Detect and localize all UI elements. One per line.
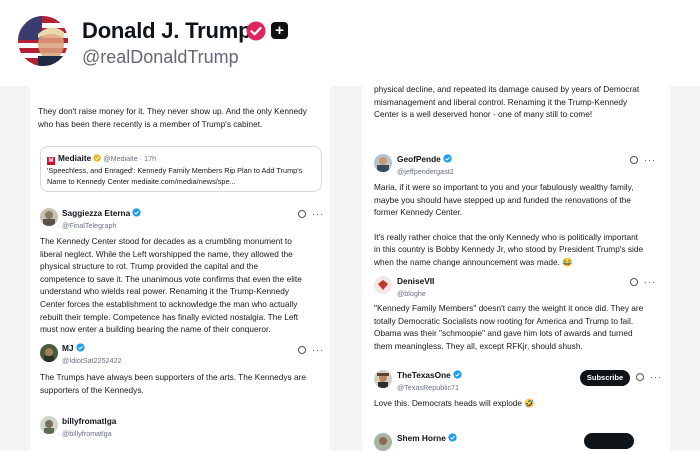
reply-line: Obama was their "schmoopie" and gave him…: [374, 328, 633, 339]
reply-line: in this country is Bobby Kennedy Jr, who…: [374, 244, 644, 255]
author-handle[interactable]: @FinalTelegraph: [62, 220, 141, 233]
avatar[interactable]: [40, 208, 58, 226]
profile-header: Donald J. Trump + @realDonaldTrump: [0, 0, 700, 86]
author-name[interactable]: TheTexasOne: [397, 370, 451, 380]
post-text-line: physical decline, and repeated its damag…: [374, 86, 640, 94]
post-actions[interactable]: ···: [298, 344, 324, 357]
subscribe-button[interactable]: Subscribe: [580, 370, 630, 386]
avatar[interactable]: [374, 276, 392, 294]
more-icon[interactable]: ···: [644, 277, 656, 287]
avatar[interactable]: [374, 154, 392, 172]
avatar[interactable]: [40, 344, 58, 362]
more-icon[interactable]: ···: [312, 345, 324, 355]
verified-icon: [132, 208, 141, 217]
left-thread-panel: They don't raise money for it. They neve…: [30, 86, 330, 451]
post-actions[interactable]: ···: [630, 154, 656, 167]
grok-icon[interactable]: [630, 156, 638, 164]
more-icon[interactable]: ···: [312, 209, 324, 219]
verified-icon: [453, 370, 462, 379]
reply-line: physical structure to rot. Trump provide…: [40, 261, 259, 272]
reply-line: must now enter a building bearing the na…: [40, 324, 271, 335]
reply-line: The Kennedy Center stood for decades as …: [40, 236, 292, 246]
avatar[interactable]: [374, 370, 392, 388]
reply-line: supporters of the Kennedys.: [40, 384, 144, 395]
author-handle[interactable]: @bloghe: [397, 288, 434, 301]
author-handle[interactable]: @billyfromatlga: [62, 428, 116, 441]
more-icon[interactable]: ···: [650, 372, 662, 382]
reply-line: maybe you should have stepped up and fun…: [374, 194, 631, 205]
avatar[interactable]: [374, 433, 392, 451]
reply-body: The Trumps have always been supporters o…: [40, 371, 325, 396]
post-text-line: who has been there recently is a member …: [38, 118, 263, 129]
reply-line: Center forces the establishment to ackno…: [40, 298, 298, 309]
reply-line: when the name change announcement was ma…: [374, 256, 573, 267]
reply-line: Love this. Democrats heads will explode …: [374, 398, 535, 408]
reply-line: understand who wields real power. Renami…: [40, 286, 290, 297]
post-actions[interactable]: ···: [298, 208, 324, 221]
reply-line: The Trumps have always been supporters o…: [40, 372, 306, 382]
verified-badge-icon: [246, 21, 266, 41]
profile-display-name: Donald J. Trump: [82, 18, 252, 43]
verified-icon: [448, 433, 457, 442]
author-name[interactable]: billyfromatlga: [62, 416, 116, 426]
screenshot-collage: They don't raise money for it. They neve…: [0, 86, 700, 451]
quoted-post-card[interactable]: M Mediaite @Mediaite · 17h 'Speechless, a…: [40, 146, 322, 192]
author-name[interactable]: MJ: [62, 343, 74, 353]
reply-body: Maria, if it were so important to you an…: [374, 181, 670, 269]
more-icon[interactable]: ···: [644, 155, 656, 165]
post-text: They don't raise money for it. They neve…: [38, 105, 307, 130]
reply-line: totally Democratic Socialists now rootin…: [374, 315, 634, 326]
author-name[interactable]: DeniseVII: [397, 276, 434, 286]
profile-handle: @realDonaldTrump: [82, 47, 239, 67]
author-name[interactable]: GeofPende: [397, 154, 441, 164]
quote-headline: 'Speechless, and Enraged': Kennedy Famil…: [47, 166, 303, 175]
reply-line: former Kennedy Center.: [374, 207, 463, 218]
author-name[interactable]: Shem Horne: [397, 433, 446, 443]
reply-body: Love this. Democrats heads will explode …: [374, 397, 670, 410]
reply-line: "Kennedy Family Members" doesn't carry t…: [374, 303, 644, 313]
verified-icon: [75, 343, 85, 352]
plus-badge-icon[interactable]: +: [271, 22, 288, 39]
grok-icon[interactable]: [636, 373, 644, 381]
author-handle[interactable]: @TexasRepublic71: [397, 382, 462, 395]
gold-verified-icon: [93, 154, 101, 162]
right-thread-panel: physical decline, and repeated its damag…: [362, 86, 670, 451]
subscribe-button-partial[interactable]: [584, 433, 634, 449]
profile-avatar[interactable]: [18, 16, 68, 66]
quote-link[interactable]: Name to Kennedy Center mediaite.com/medi…: [47, 176, 302, 187]
grok-icon[interactable]: [630, 278, 638, 286]
post-text-line: They don't raise money for it. They neve…: [38, 106, 307, 116]
post-text-line: mismanagement and liberal control. Renam…: [374, 96, 628, 107]
reply-line: them meaningless. They all, except RFKjr…: [374, 340, 583, 351]
grok-icon[interactable]: [298, 346, 306, 354]
quote-source-name: Mediaite: [58, 153, 92, 163]
reply-line: It's really rather choice that the only …: [374, 231, 638, 242]
quote-handle-time: @Mediaite · 17h: [103, 154, 157, 163]
post-text-line: Center is a well deserved honor - one of…: [374, 109, 593, 120]
post-text: physical decline, and repeated its damag…: [374, 86, 670, 121]
reply-line: competence to save it. The unanimous vot…: [40, 273, 302, 284]
reply-line: Maria, if it were so important to you an…: [374, 182, 634, 192]
author-handle[interactable]: @jeffpendergast2: [397, 166, 454, 179]
grok-icon[interactable]: [298, 210, 306, 218]
mediaite-logo-icon: M: [47, 157, 55, 165]
post-actions[interactable]: ···: [636, 371, 662, 384]
post-actions[interactable]: ···: [630, 276, 656, 289]
reply-body: The Kennedy Center stood for decades as …: [40, 235, 325, 336]
reply-body: "Kennedy Family Members" doesn't carry t…: [374, 302, 670, 352]
avatar[interactable]: [40, 416, 58, 434]
reply-line: liberal neglect. While the Left worshipp…: [40, 248, 293, 259]
reply-line: rebuilt their temple. Competence has fin…: [40, 311, 299, 322]
author-name[interactable]: Saggiezza Eterna: [62, 208, 130, 218]
author-handle[interactable]: @IdiotSat2252422: [62, 355, 122, 368]
verified-icon: [443, 154, 452, 163]
